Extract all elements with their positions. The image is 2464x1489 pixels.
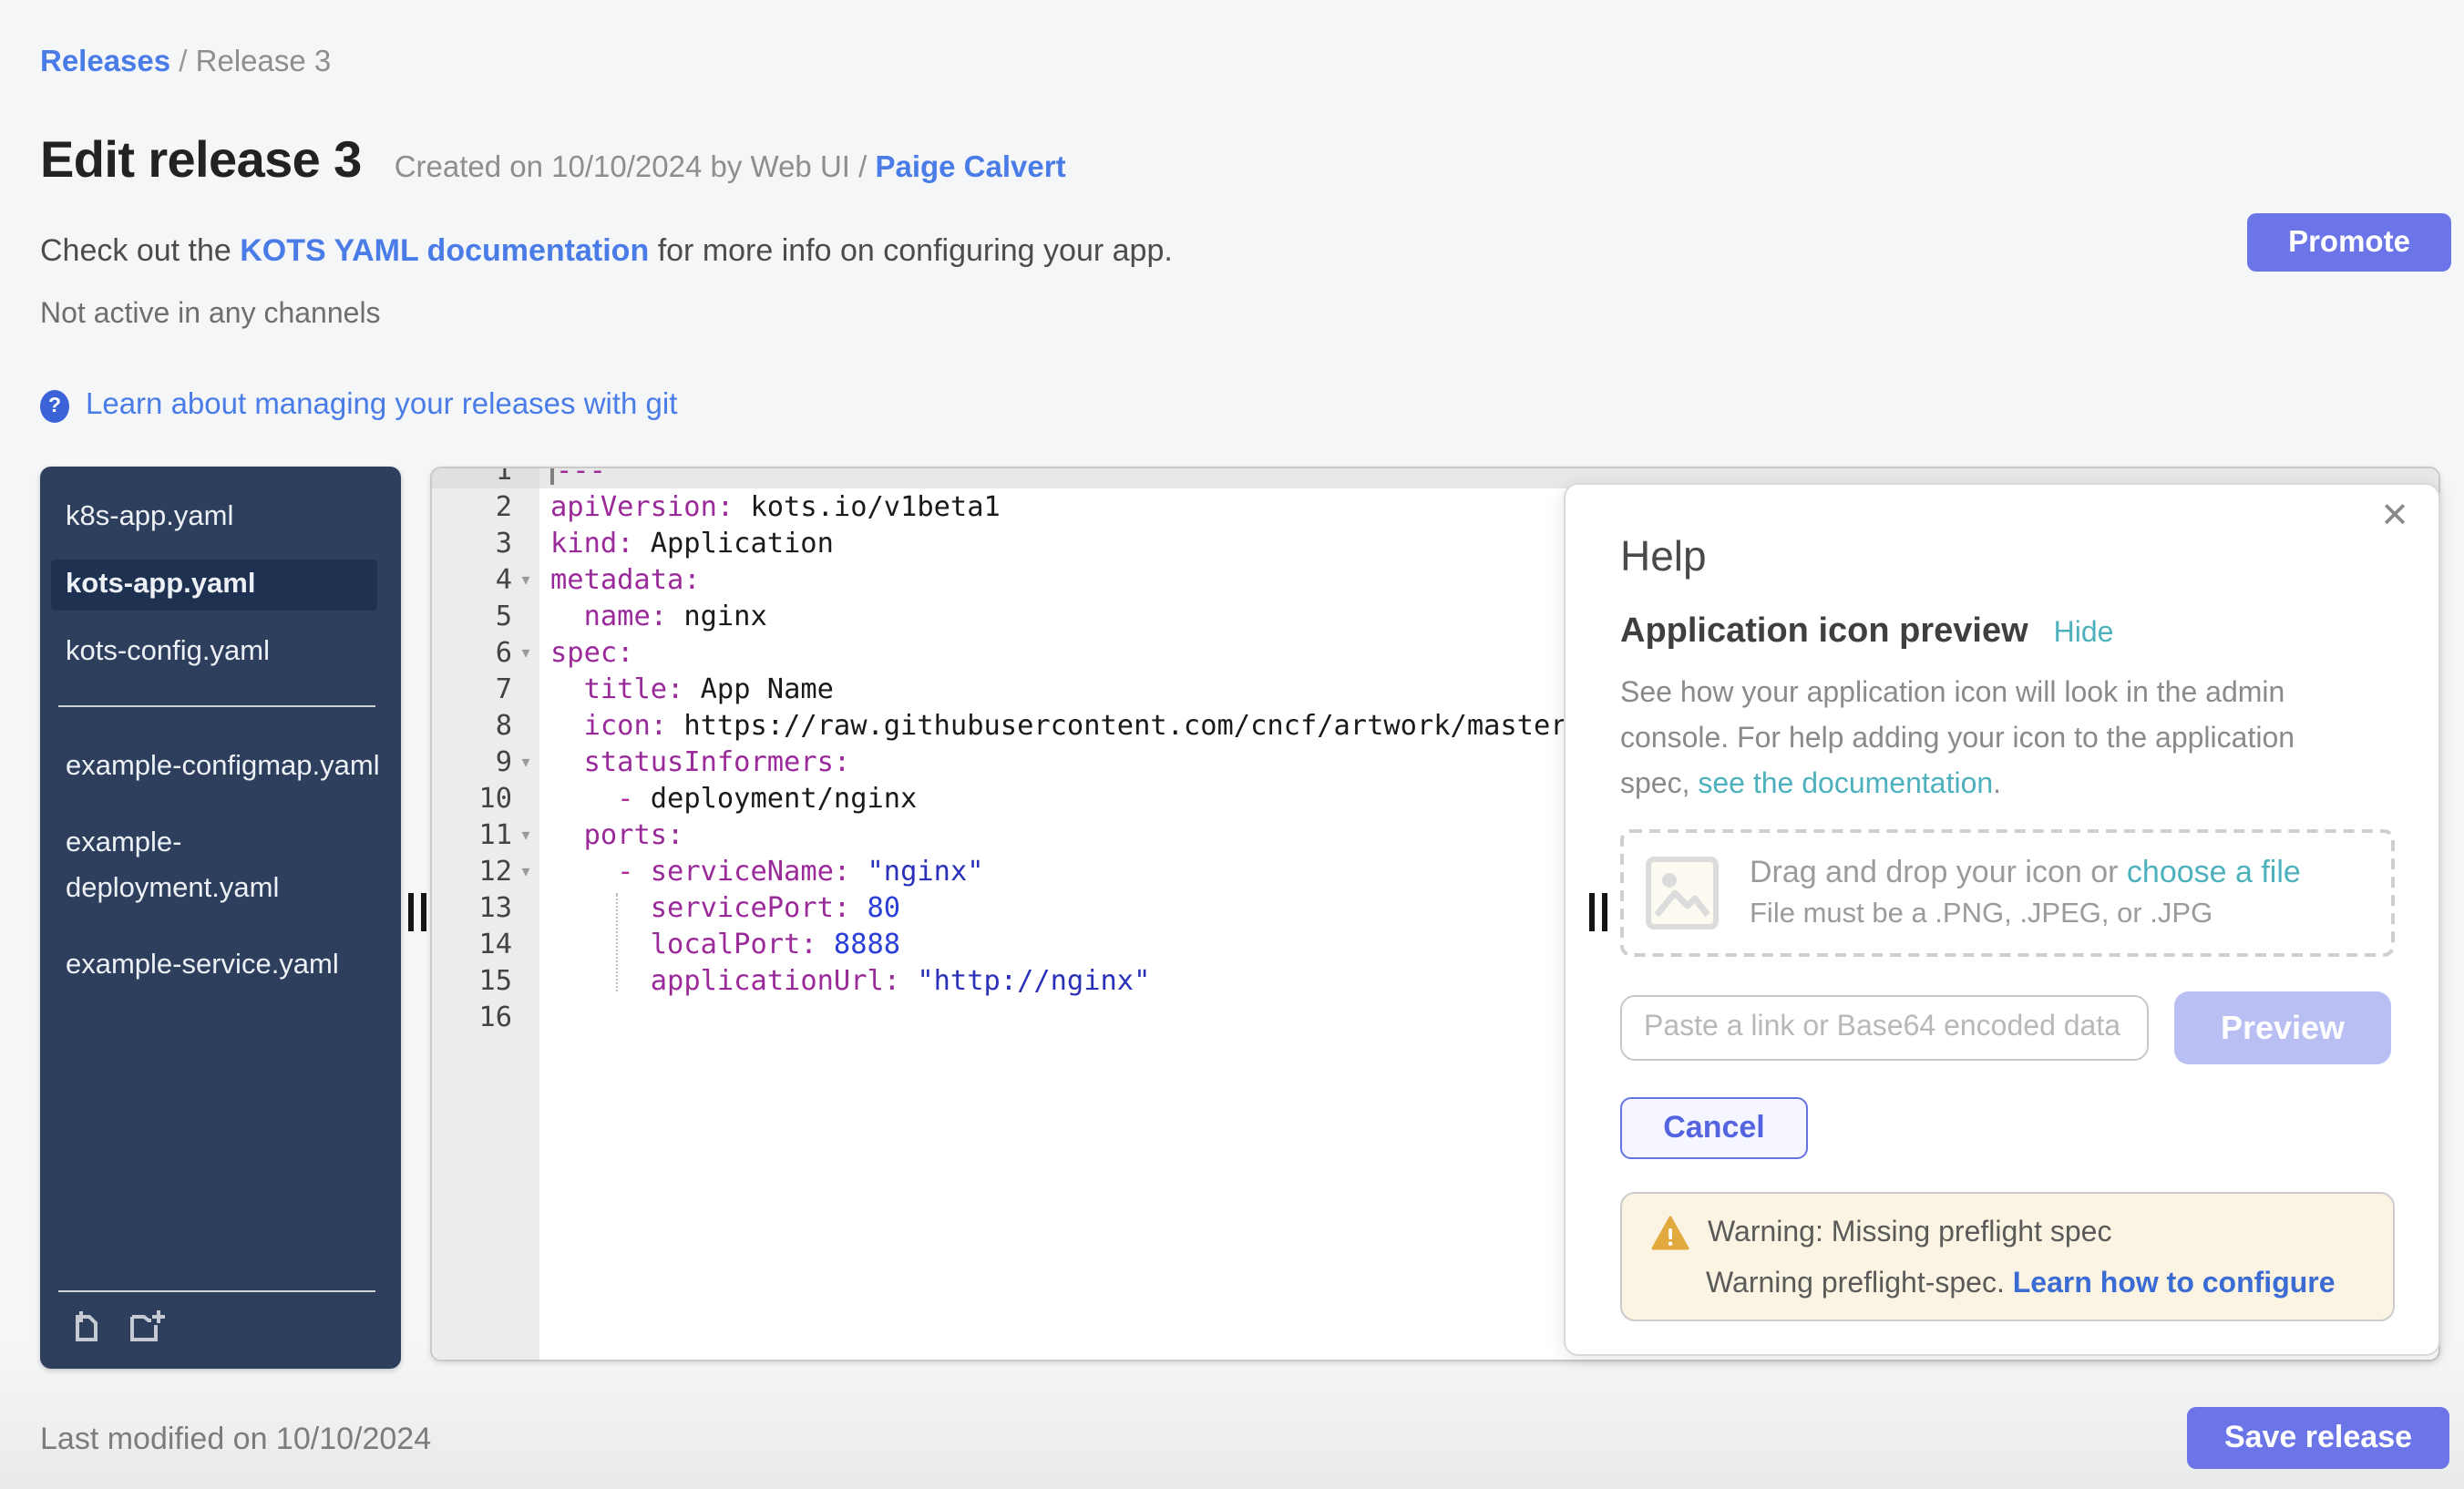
icon-preview-title: Application icon preview [1620, 612, 2028, 652]
line-number: 8 [432, 707, 539, 744]
code-text: statusInformers: [539, 744, 850, 780]
dropzone-text: Drag and drop your icon or choose a file [1750, 855, 2301, 891]
indent-guide [616, 893, 618, 991]
code-text: ports: [539, 816, 683, 853]
file-tree-item-kots-app-yaml[interactable]: kots-app.yaml [51, 560, 377, 611]
file-tree: k8s-app.yaml kots-app.yaml kots-config.yam… [40, 467, 401, 1369]
code-text: - serviceName: "nginx" [539, 853, 984, 889]
fold-arrow-icon[interactable]: ▾ [514, 634, 538, 671]
line-number: 13 [432, 889, 539, 926]
line-number: 15 [432, 962, 539, 999]
code-text: servicePort: 80 [539, 889, 900, 926]
breadcrumb-separator: / [170, 46, 196, 78]
code-text: icon: https://raw.githubusercontent.com/… [539, 707, 1584, 744]
code-text: --- [539, 467, 606, 488]
icon-dropzone[interactable]: Drag and drop your icon or choose a file… [1620, 829, 2395, 957]
line-number: 11▾ [432, 816, 539, 853]
line-number: 4▾ [432, 561, 539, 598]
code-text: localPort: 8888 [539, 926, 900, 962]
docs-line: Check out the KOTS YAML documentation fo… [40, 233, 1173, 270]
icon-url-input[interactable] [1620, 995, 2149, 1061]
line-number: 6▾ [432, 634, 539, 671]
last-modified: Last modified on 10/10/2024 [40, 1422, 431, 1458]
code-text: kind: Application [539, 525, 834, 561]
line-number: 14 [432, 926, 539, 962]
text-cursor [550, 467, 554, 485]
page-title: Edit release 3 [40, 131, 362, 190]
warning-detail: Warning preflight-spec. Learn how to con… [1651, 1268, 2364, 1301]
code-text: spec: [539, 634, 633, 671]
code-text: applicationUrl: "http://nginx" [539, 962, 1150, 999]
file-tree-item-kots-config-yaml[interactable]: kots-config.yaml [40, 627, 401, 678]
code-text: - deployment/nginx [539, 780, 917, 816]
created-info: Created on 10/10/2024 by Web UI / Paige … [395, 151, 1066, 186]
question-icon: ? [40, 389, 69, 422]
file-tree-footer [58, 1290, 375, 1343]
dropzone-filetypes: File must be a .PNG, .JPEG, or .JPG [1750, 899, 2301, 931]
cancel-button[interactable]: Cancel [1620, 1097, 1808, 1159]
channel-status: Not active in any channels [40, 299, 381, 332]
file-tree-item-example-configmap-yaml[interactable]: example-configmap.yaml [40, 740, 401, 793]
file-tree-divider [58, 705, 375, 707]
line-number: 12▾ [432, 853, 539, 889]
file-tree-item-example-deployment-yaml[interactable]: example-deployment.yaml [40, 816, 401, 915]
kots-yaml-docs-link[interactable]: KOTS YAML documentation [240, 233, 649, 268]
promote-button[interactable]: Promote [2247, 213, 2451, 272]
learn-configure-link[interactable]: Learn how to configure [2013, 1268, 2336, 1299]
new-file-icon[interactable] [67, 1309, 102, 1343]
preview-button[interactable]: Preview [2174, 991, 2391, 1064]
line-number: 9▾ [432, 744, 539, 780]
author-link[interactable]: Paige Calvert [875, 151, 1065, 184]
line-number: 16 [432, 999, 539, 1035]
line-number: 5 [432, 598, 539, 634]
icon-preview-description: See how your application icon will look … [1620, 671, 2364, 807]
warning-icon [1651, 1216, 1689, 1250]
new-folder-icon[interactable] [129, 1309, 169, 1343]
breadcrumb: Releases / Release 3 [40, 46, 331, 80]
line-number: 10 [432, 780, 539, 816]
file-tree-item-k8s-app-yaml[interactable]: k8s-app.yaml [40, 492, 401, 543]
fold-arrow-icon[interactable]: ▾ [514, 561, 538, 598]
line-number: 1 [432, 467, 539, 488]
hide-link[interactable]: Hide [2054, 618, 2114, 651]
save-release-button[interactable]: Save release [2187, 1407, 2449, 1469]
sidebar-resize-handle[interactable] [408, 893, 426, 931]
see-documentation-link[interactable]: see the documentation [1698, 769, 1993, 800]
git-help-row: ? Learn about managing your releases wit… [40, 388, 677, 423]
fold-arrow-icon[interactable]: ▾ [514, 816, 538, 853]
fold-arrow-icon[interactable]: ▾ [514, 853, 538, 889]
line-number: 7 [432, 671, 539, 707]
line-number: 3 [432, 525, 539, 561]
code-text [539, 999, 550, 1035]
edit-release-page: Releases / Release 3 Edit release 3 Crea… [0, 0, 2464, 1489]
file-tree-item-example-service-yaml[interactable]: example-service.yaml [40, 939, 401, 991]
code-text: metadata: [539, 561, 701, 598]
fold-arrow-icon[interactable]: ▾ [514, 744, 538, 780]
close-icon[interactable]: ✕ [2380, 499, 2409, 534]
help-title: Help [1620, 530, 2395, 581]
help-panel-resize-handle[interactable] [1589, 893, 1607, 931]
code-text: name: nginx [539, 598, 767, 634]
help-panel: ✕ Help Application icon preview Hide See… [1564, 483, 2440, 1356]
breadcrumb-current: Release 3 [196, 46, 332, 78]
warning-title: Warning: Missing preflight spec [1708, 1217, 2111, 1249]
title-row: Edit release 3 Created on 10/10/2024 by … [40, 131, 1066, 190]
code-text: apiVersion: kots.io/v1beta1 [539, 488, 1001, 525]
choose-file-link[interactable]: choose a file [2127, 855, 2301, 889]
image-placeholder-icon [1646, 857, 1719, 929]
breadcrumb-releases-link[interactable]: Releases [40, 46, 170, 78]
code-text: title: App Name [539, 671, 834, 707]
git-help-link[interactable]: Learn about managing your releases with … [86, 388, 677, 423]
preflight-warning-box: Warning: Missing preflight spec Warning … [1620, 1192, 2395, 1321]
line-number: 2 [432, 488, 539, 525]
